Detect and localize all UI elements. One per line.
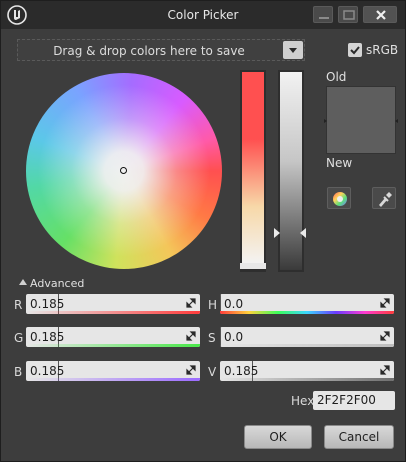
r-channel-strip — [26, 311, 200, 314]
s-channel-strip — [220, 344, 394, 347]
drag-resize-icon[interactable] — [380, 365, 390, 375]
b-label: B — [14, 365, 23, 379]
color-picker-window: Color Picker Drag & drop colors here to … — [0, 0, 406, 462]
maximize-button[interactable] — [338, 6, 358, 23]
h-value: 0.0 — [224, 297, 244, 311]
title-bar[interactable]: Color Picker — [1, 1, 405, 29]
value-slider-marker-left[interactable] — [274, 228, 280, 238]
value-gradient — [280, 72, 302, 270]
drag-resize-icon[interactable] — [186, 331, 196, 341]
b-value: 0.185 — [30, 364, 65, 378]
drag-resize-icon[interactable] — [186, 365, 196, 375]
cancel-button[interactable]: Cancel — [324, 425, 394, 449]
checkmark-icon — [350, 46, 360, 55]
saturation-slider-handle[interactable] — [240, 263, 266, 269]
srgb-checkbox[interactable] — [348, 43, 362, 57]
drag-resize-icon[interactable] — [380, 331, 390, 341]
saved-colors-hint: Drag & drop colors here to save — [53, 44, 245, 58]
drag-resize-icon[interactable] — [380, 298, 390, 308]
color-wheel[interactable] — [26, 73, 222, 269]
b-channel-strip — [26, 378, 200, 381]
drag-resize-icon[interactable] — [186, 298, 196, 308]
minimize-button[interactable] — [313, 6, 333, 23]
saved-colors-drop-zone[interactable]: Drag & drop colors here to save — [17, 39, 305, 61]
h-channel-strip — [220, 311, 394, 314]
v-label: V — [208, 365, 217, 379]
g-value: 0.185 — [30, 330, 65, 344]
v-value: 0.185 — [224, 364, 259, 378]
hex-value: 2F2F2F00 — [317, 393, 376, 407]
ok-button[interactable]: OK — [244, 425, 312, 449]
s-label: S — [208, 331, 216, 345]
r-spinbox[interactable]: 0.185 — [26, 294, 200, 314]
color-wheel-cursor[interactable] — [120, 167, 127, 174]
eyedropper-button[interactable] — [372, 187, 396, 209]
hex-input[interactable]: 2F2F2F00 — [313, 391, 395, 410]
value-slider-marker-right[interactable] — [300, 228, 306, 238]
advanced-section-header[interactable]: Advanced — [30, 277, 84, 290]
h-spinbox[interactable]: 0.0 — [220, 294, 394, 314]
v-channel-strip — [220, 378, 394, 381]
chevron-down-icon — [289, 48, 297, 53]
g-label: G — [14, 331, 24, 345]
new-color-label: New — [326, 156, 353, 170]
r-label: R — [14, 298, 23, 312]
h-label: H — [208, 298, 218, 312]
hex-label: Hex — [291, 394, 315, 408]
color-wheel-icon — [333, 192, 347, 206]
preview-divider-marks — [324, 119, 398, 123]
saturation-slider[interactable] — [240, 70, 266, 272]
old-color-label: Old — [326, 70, 347, 84]
s-spinbox[interactable]: 0.0 — [220, 327, 394, 347]
close-button[interactable] — [363, 6, 397, 23]
g-spinbox[interactable]: 0.185 — [26, 327, 200, 347]
advanced-expand-arrow-icon[interactable] — [19, 279, 27, 285]
eyedropper-icon — [379, 192, 392, 207]
b-spinbox[interactable]: 0.185 — [26, 361, 200, 381]
color-wheel-mode-button[interactable] — [327, 187, 351, 209]
v-spinbox[interactable]: 0.185 — [220, 361, 394, 381]
g-channel-strip — [26, 344, 200, 347]
saturation-gradient — [242, 72, 264, 264]
s-value: 0.0 — [224, 330, 244, 344]
value-slider[interactable] — [278, 70, 304, 272]
srgb-label: sRGB — [366, 43, 399, 57]
saved-colors-dropdown-button[interactable] — [283, 41, 303, 59]
r-value: 0.185 — [30, 297, 65, 311]
